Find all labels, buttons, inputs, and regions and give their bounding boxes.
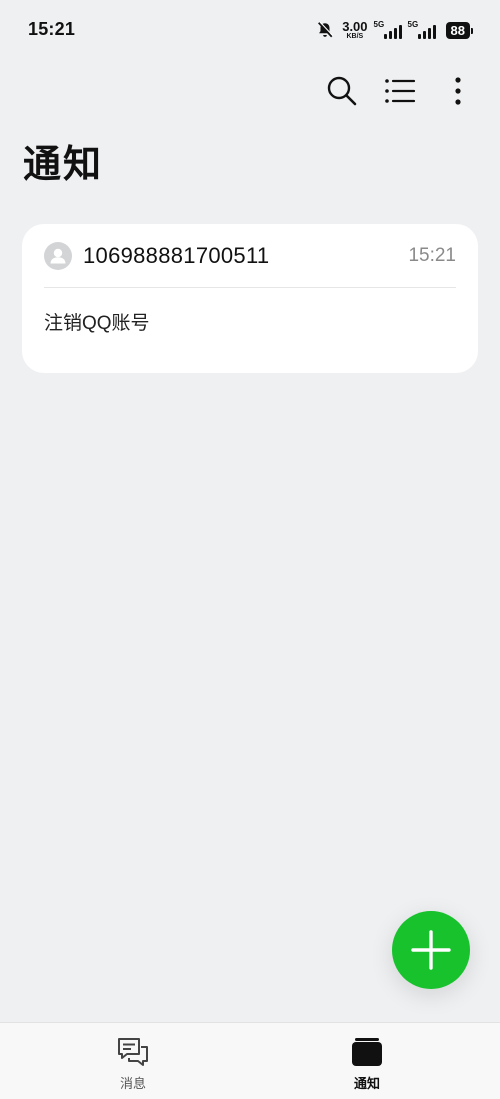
notification-sender: 106988881700511: [83, 243, 270, 268]
network-speed: 3.00 KB/S: [342, 20, 367, 40]
avatar: [44, 242, 72, 270]
bottom-navigation: 消息 通知: [0, 1022, 500, 1099]
card-divider: [44, 287, 456, 288]
tab-messages-label: 消息: [119, 1076, 146, 1091]
signal-icon: 5G: [408, 20, 436, 40]
status-time: 15:21: [28, 19, 76, 39]
chat-icon: [118, 1038, 148, 1066]
notification-folder-icon: [352, 1038, 382, 1066]
toolbar: [324, 72, 476, 110]
mute-icon: [318, 21, 334, 38]
person-icon: [50, 248, 66, 264]
notification-body: 注销QQ账号: [44, 313, 150, 334]
tab-notifications[interactable]: 通知: [327, 1035, 407, 1092]
more-options-button[interactable]: [440, 72, 476, 110]
network-speed-value: 3.00: [342, 19, 368, 34]
notification-card[interactable]: 106988881700511 15:21 注销QQ账号: [22, 224, 478, 373]
tab-messages[interactable]: 消息: [93, 1035, 173, 1092]
notification-time: 15:21: [408, 245, 456, 266]
battery-icon: 88: [445, 21, 474, 39]
status-bar: 15:21 3.00 KB/S 5G 5G 88: [0, 0, 500, 60]
signal-icon: 5G: [374, 20, 402, 40]
network-speed-unit: KB/S: [346, 33, 364, 40]
page-title: 通知: [23, 144, 104, 186]
compose-button[interactable]: [392, 911, 470, 989]
more-icon: [455, 77, 461, 105]
tab-notifications-label: 通知: [353, 1076, 380, 1091]
search-button[interactable]: [324, 72, 360, 110]
plus-icon: [411, 930, 451, 970]
notifications-screen: 15:21 3.00 KB/S 5G 5G 88 通知 106988881700…: [0, 0, 500, 1099]
status-indicators: 3.00 KB/S 5G 5G 88: [316, 18, 474, 42]
list-view-button[interactable]: [382, 72, 418, 110]
list-icon: [385, 79, 416, 103]
search-icon: [327, 76, 357, 106]
